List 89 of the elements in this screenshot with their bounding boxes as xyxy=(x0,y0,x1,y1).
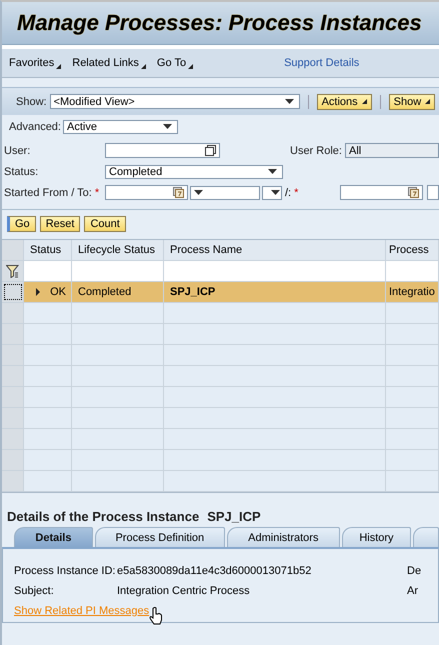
action-button[interactable]: Count xyxy=(84,216,126,232)
menu-item[interactable]: Go To xyxy=(156,57,194,69)
action-button[interactable]: Reset xyxy=(40,216,80,232)
tab[interactable]: Administrators xyxy=(226,527,340,547)
filter-field[interactable] xyxy=(24,261,72,282)
dropdown-arrow-icon xyxy=(284,99,294,104)
action-button[interactable]: Go xyxy=(7,216,36,232)
field-label: De xyxy=(407,565,422,577)
tab[interactable]: Details xyxy=(14,527,93,547)
table-cell xyxy=(386,387,439,408)
table-cell xyxy=(386,429,439,450)
caret-icon xyxy=(362,99,367,104)
advanced-dropdown[interactable]: Active xyxy=(62,120,178,134)
field-value: e5a5830089da11e4c3d6000013071b52 xyxy=(117,565,312,577)
required-mark: * xyxy=(94,186,100,198)
date-field[interactable] xyxy=(340,185,423,200)
instance-name: SPJ_ICP xyxy=(207,509,261,524)
time-dropdown[interactable] xyxy=(190,186,260,200)
table-cell xyxy=(386,471,439,492)
column-header[interactable]: Process Name xyxy=(164,240,386,261)
hand-cursor-icon xyxy=(149,607,164,625)
table-cell xyxy=(386,450,439,471)
user-role-field[interactable]: All xyxy=(345,143,439,158)
table-cell xyxy=(386,345,439,366)
table-cell xyxy=(386,303,439,324)
tab[interactable]: Process Definition xyxy=(94,527,225,547)
table-cell xyxy=(386,366,439,387)
caret-icon xyxy=(140,64,146,69)
status-dropdown[interactable]: Completed xyxy=(105,164,283,178)
menu-button[interactable]: Show xyxy=(388,94,436,110)
field-label: User Role: xyxy=(290,144,343,156)
field-label: Ar xyxy=(407,585,418,597)
table-cell xyxy=(24,324,72,345)
table-cell xyxy=(24,471,72,492)
menu-item[interactable]: Related Links xyxy=(72,57,146,69)
field-label: Process Instance ID: xyxy=(14,565,116,577)
select-all-cell[interactable] xyxy=(2,240,24,261)
dropdown-arrow-icon xyxy=(271,190,280,195)
table-cell xyxy=(24,387,72,408)
dropdown-arrow-icon xyxy=(194,190,203,195)
table-cell xyxy=(24,408,72,429)
section-title: Details of the Process Instance xyxy=(7,509,200,524)
time-field[interactable] xyxy=(427,185,439,200)
table-cell: SPJ_ICP xyxy=(164,282,386,303)
timezone-dropdown[interactable] xyxy=(262,186,282,200)
field-label: Subject: xyxy=(14,585,55,597)
table-cell xyxy=(386,324,439,345)
dropdown-arrow-icon xyxy=(268,169,277,174)
calendar-icon xyxy=(408,187,419,198)
menu-button[interactable]: Actions xyxy=(316,94,372,110)
field-label: /: xyxy=(285,186,292,198)
table-cell xyxy=(24,429,72,450)
filter-field[interactable] xyxy=(164,261,386,282)
menu-item[interactable]: Favorites xyxy=(9,57,62,69)
field-label: Advanced: xyxy=(9,120,61,132)
table-cell xyxy=(24,345,72,366)
caret-icon xyxy=(188,64,194,69)
filter-field[interactable] xyxy=(72,261,164,282)
required-mark: * xyxy=(294,186,298,198)
view-dropdown[interactable]: <Modified View> xyxy=(50,94,300,109)
support-link[interactable]: Support Details xyxy=(284,57,360,69)
row-selector[interactable] xyxy=(4,284,22,300)
table-cell: OK xyxy=(50,286,66,298)
date-field[interactable] xyxy=(105,185,188,200)
column-header[interactable]: Lifecycle Status xyxy=(72,240,164,261)
table-cell xyxy=(24,450,72,471)
filter-field[interactable] xyxy=(386,261,439,282)
tab[interactable]: History xyxy=(342,527,411,547)
caret-icon xyxy=(425,99,430,104)
column-header[interactable]: Status xyxy=(24,240,72,261)
tab[interactable] xyxy=(412,527,439,547)
field-value: Integration Centric Process xyxy=(117,585,251,597)
table-cell: Completed xyxy=(72,282,164,303)
field-label: User: xyxy=(4,144,32,156)
column-header[interactable]: Process xyxy=(386,240,439,261)
dropdown-arrow-icon xyxy=(162,124,172,129)
table-cell: Integratio xyxy=(386,282,439,303)
field-label: Started From / To: xyxy=(4,186,92,198)
value-help-icon xyxy=(205,145,216,156)
caret-icon xyxy=(56,64,62,69)
table-cell xyxy=(386,408,439,429)
user-field[interactable] xyxy=(105,143,220,158)
table-cell xyxy=(24,366,72,387)
show-label: Show: xyxy=(16,96,47,108)
page-title: Manage Processes: Process Instances xyxy=(17,10,422,36)
filter-icon xyxy=(6,264,20,278)
field-label: Status: xyxy=(4,166,40,178)
calendar-icon xyxy=(173,187,184,198)
expand-arrow-icon xyxy=(36,288,40,296)
